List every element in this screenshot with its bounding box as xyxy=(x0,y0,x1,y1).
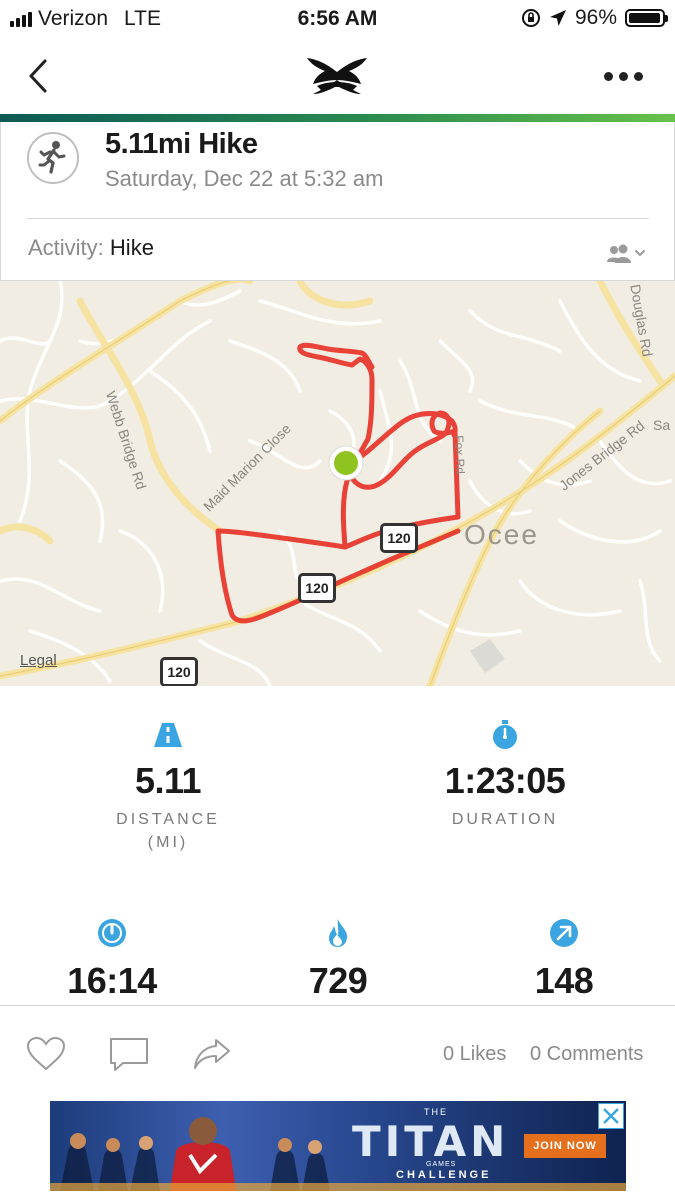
ad-brand: TITAN xyxy=(352,1117,510,1166)
accent-bar xyxy=(0,114,675,122)
battery-percent: 96% xyxy=(574,6,617,29)
nav-bar xyxy=(0,40,675,114)
route-shield-120: 120 xyxy=(380,523,418,553)
chevron-left-icon[interactable] xyxy=(26,58,50,94)
duration-label: DURATION xyxy=(451,811,559,828)
map-label-sa: Sa xyxy=(653,417,671,433)
ad-brand-sub1: GAMES xyxy=(426,1161,457,1168)
elevation-stat xyxy=(488,918,640,953)
activity-row: Activity: Hike xyxy=(28,235,154,261)
status-bar: Verizon LTE 6:56 AM 96% xyxy=(0,0,675,40)
map-label-ocee: Ocee xyxy=(464,519,539,550)
activity-value: Hike xyxy=(109,235,154,260)
map-legal-link[interactable]: Legal xyxy=(20,652,57,669)
privacy-dropdown[interactable] xyxy=(605,242,649,271)
close-icon[interactable] xyxy=(598,1103,624,1129)
distance-label: DISTANCE xyxy=(116,811,220,828)
orientation-lock-icon xyxy=(521,9,540,27)
status-right: 96% xyxy=(521,6,668,30)
heart-icon[interactable] xyxy=(26,1036,66,1072)
pace-gauge-icon xyxy=(98,919,126,947)
ad-brand-small: THE xyxy=(424,1107,448,1117)
ad-banner[interactable]: THE TITAN GAMES CHALLENGE JOIN NOW xyxy=(50,1101,626,1191)
duration-value: 1:23:05 xyxy=(444,760,566,801)
people-icon xyxy=(607,244,645,263)
stopwatch-icon xyxy=(493,720,517,749)
pace-stat xyxy=(36,918,188,953)
under-armour-logo xyxy=(307,58,367,94)
likes-count[interactable]: 0 Likes xyxy=(443,1043,506,1066)
road-icon xyxy=(154,723,182,747)
pace-value: 16:14 xyxy=(67,960,157,1001)
location-arrow-icon xyxy=(549,10,566,26)
activity-label: Activity: xyxy=(28,235,104,260)
distance-stat xyxy=(68,722,268,753)
calories-stat xyxy=(262,918,414,953)
battery-icon xyxy=(625,9,668,27)
route-map[interactable]: Webb Bridge Rd Maid Marion Close Douglas… xyxy=(0,281,675,686)
divider xyxy=(0,1005,675,1006)
distance-unit: (MI) xyxy=(147,834,189,851)
workout-title: 5.11mi Hike xyxy=(105,128,258,160)
activity-type-icon xyxy=(27,132,79,184)
workout-date: Saturday, Dec 22 at 5:32 am xyxy=(105,166,384,191)
workout-header: 5.11mi Hike Saturday, Dec 22 at 5:32 am … xyxy=(0,122,675,281)
map-label-fox: Fox Rd xyxy=(452,435,468,475)
route-shield-120: 120 xyxy=(160,657,198,686)
distance-value: 5.11 xyxy=(134,760,202,801)
ad-brand-sub2: CHALLENGE xyxy=(396,1169,492,1181)
ad-join-button[interactable]: JOIN NOW xyxy=(524,1134,606,1158)
duration-stat xyxy=(405,720,605,755)
flame-icon xyxy=(329,919,348,947)
arrow-up-right-icon xyxy=(550,919,578,947)
elevation-value: 148 xyxy=(534,960,594,1001)
comments-count[interactable]: 0 Comments xyxy=(530,1043,643,1066)
comment-icon[interactable] xyxy=(109,1037,149,1073)
calories-value: 729 xyxy=(308,960,368,1001)
route-shield-120: 120 xyxy=(298,573,336,603)
share-icon[interactable] xyxy=(192,1036,232,1072)
more-dots-icon[interactable] xyxy=(604,72,643,81)
divider xyxy=(27,218,649,219)
